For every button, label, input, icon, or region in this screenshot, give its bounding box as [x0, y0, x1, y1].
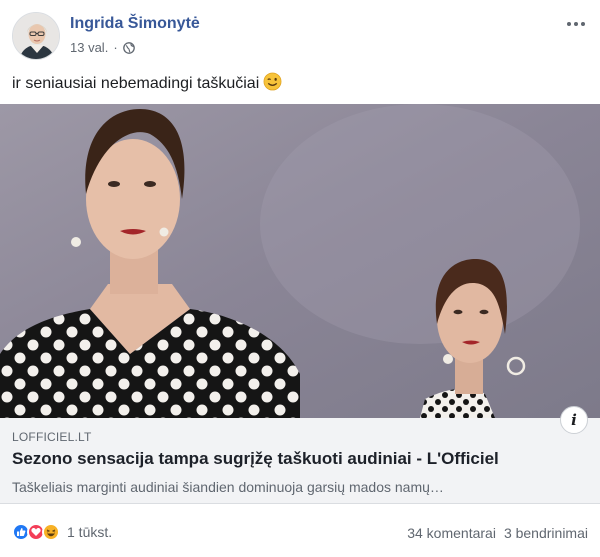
- post-stats: 34 komentarai 3 bendrinimai: [407, 525, 588, 541]
- post-footer: 1 tūkst. 34 komentarai 3 bendrinimai: [0, 504, 600, 557]
- post-image[interactable]: [0, 104, 600, 418]
- reaction-count[interactable]: 1 tūkst.: [67, 524, 112, 540]
- link-preview[interactable]: i LOFFICIEL.LT Sezono sensacija tampa su…: [0, 406, 600, 504]
- dot-icon: [567, 22, 571, 26]
- haha-icon: [42, 523, 60, 541]
- meta-separator: ·: [113, 40, 118, 55]
- dot-icon: [581, 22, 585, 26]
- globe-icon[interactable]: [122, 41, 135, 54]
- shares-count[interactable]: 3 bendrinimai: [504, 525, 588, 541]
- more-options-button[interactable]: [564, 14, 588, 34]
- reactions-summary[interactable]: 1 tūkst.: [12, 523, 112, 541]
- link-title[interactable]: Sezono sensacija tampa sugrįžę taškuoti …: [12, 449, 499, 469]
- author-avatar[interactable]: [12, 12, 60, 60]
- info-icon[interactable]: i: [560, 406, 588, 434]
- post-text: ir seniausiai nebemadingi taškučiai: [12, 72, 282, 96]
- post-meta: 13 val. ·: [70, 40, 135, 55]
- wink-emoji-icon: [263, 72, 282, 96]
- facebook-post: Ingrida Šimonytė 13 val. · ir seniausiai…: [0, 0, 600, 557]
- link-domain: LOFFICIEL.LT: [12, 430, 92, 444]
- dot-icon: [574, 22, 578, 26]
- link-description: Taškeliais marginti audiniai šiandien do…: [12, 479, 444, 495]
- post-time[interactable]: 13 val.: [70, 40, 108, 55]
- post-text-content: ir seniausiai nebemadingi taškučiai: [12, 75, 260, 92]
- author-name[interactable]: Ingrida Šimonytė: [70, 15, 200, 33]
- comments-count[interactable]: 34 komentarai: [407, 525, 496, 541]
